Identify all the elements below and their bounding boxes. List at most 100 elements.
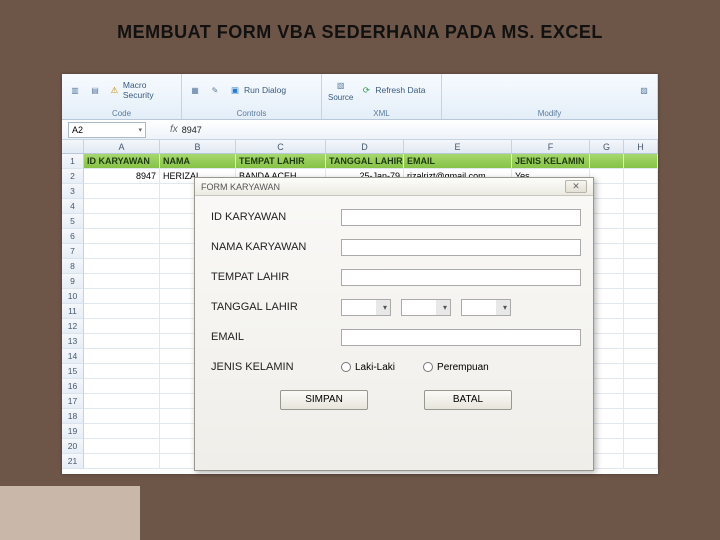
row-header[interactable]: 5 <box>62 214 84 229</box>
cell[interactable] <box>624 259 658 274</box>
cell[interactable] <box>624 244 658 259</box>
col-B[interactable]: B <box>160 140 236 153</box>
row-header[interactable]: 15 <box>62 364 84 379</box>
radio-male[interactable]: Laki-Laki <box>341 362 395 373</box>
select-month[interactable] <box>401 299 451 316</box>
macros-button[interactable]: ▤ <box>88 83 102 97</box>
dialog-titlebar[interactable]: FORM KARYAWAN ✕ <box>195 178 593 196</box>
cell[interactable] <box>590 364 624 379</box>
hdr-jk[interactable]: JENIS KELAMIN <box>512 154 590 169</box>
row-header[interactable]: 10 <box>62 289 84 304</box>
row-header[interactable]: 2 <box>62 169 84 184</box>
cell[interactable] <box>84 244 160 259</box>
cell[interactable] <box>590 439 624 454</box>
row-header[interactable]: 19 <box>62 424 84 439</box>
cell[interactable] <box>84 394 160 409</box>
row-header[interactable]: 9 <box>62 274 84 289</box>
cell[interactable] <box>624 364 658 379</box>
cell[interactable] <box>624 199 658 214</box>
select-day[interactable] <box>341 299 391 316</box>
cell[interactable] <box>84 199 160 214</box>
fx-icon[interactable]: fx <box>170 124 178 135</box>
cell[interactable] <box>624 214 658 229</box>
cell[interactable] <box>590 409 624 424</box>
row-header[interactable]: 7 <box>62 244 84 259</box>
formula-value[interactable]: 8947 <box>182 125 202 135</box>
cancel-button[interactable]: BATAL <box>424 390 512 410</box>
cell[interactable] <box>590 274 624 289</box>
row-header[interactable]: 13 <box>62 334 84 349</box>
hdr-id[interactable]: ID KARYAWAN <box>84 154 160 169</box>
cell[interactable] <box>590 184 624 199</box>
macro-security-button[interactable]: ⚠ Macro Security <box>108 80 175 100</box>
refresh-data-button[interactable]: ⟳ Refresh Data <box>359 83 425 97</box>
hdr-tanggal[interactable]: TANGGAL LAHIR <box>326 154 404 169</box>
visual-basic-button[interactable]: ▥ <box>68 83 82 97</box>
cell[interactable] <box>590 289 624 304</box>
radio-female[interactable]: Perempuan <box>423 362 489 373</box>
hdr-g[interactable] <box>590 154 624 169</box>
cell[interactable] <box>590 379 624 394</box>
cell[interactable] <box>84 184 160 199</box>
cell[interactable] <box>590 454 624 469</box>
cell[interactable] <box>84 274 160 289</box>
cell[interactable] <box>624 394 658 409</box>
design-mode-button[interactable]: ✎ <box>208 83 222 97</box>
cell[interactable] <box>624 184 658 199</box>
cell[interactable] <box>624 274 658 289</box>
cell[interactable] <box>84 214 160 229</box>
row-header[interactable]: 6 <box>62 229 84 244</box>
cell[interactable] <box>590 319 624 334</box>
cell[interactable] <box>590 304 624 319</box>
col-A[interactable]: A <box>84 140 160 153</box>
cell[interactable] <box>590 244 624 259</box>
cell[interactable] <box>624 454 658 469</box>
select-year[interactable] <box>461 299 511 316</box>
cell[interactable] <box>84 334 160 349</box>
name-box[interactable]: A2 ▾ <box>68 122 146 138</box>
col-C[interactable]: C <box>236 140 326 153</box>
cell[interactable] <box>84 349 160 364</box>
col-F[interactable]: F <box>512 140 590 153</box>
cell-g[interactable] <box>590 169 624 184</box>
row-header[interactable]: 18 <box>62 409 84 424</box>
cell-id[interactable]: 8947 <box>84 169 160 184</box>
cell[interactable] <box>624 319 658 334</box>
hdr-tempat[interactable]: TEMPAT LAHIR <box>236 154 326 169</box>
select-all-corner[interactable] <box>62 140 84 153</box>
cell[interactable] <box>84 439 160 454</box>
cell[interactable] <box>624 349 658 364</box>
row-header[interactable]: 17 <box>62 394 84 409</box>
cell[interactable] <box>590 229 624 244</box>
row-header[interactable]: 12 <box>62 319 84 334</box>
input-email[interactable] <box>341 329 581 346</box>
cell[interactable] <box>84 454 160 469</box>
hdr-h[interactable] <box>624 154 658 169</box>
cell[interactable] <box>590 334 624 349</box>
cell[interactable] <box>624 424 658 439</box>
input-id[interactable] <box>341 209 581 226</box>
cell[interactable] <box>590 349 624 364</box>
cell[interactable] <box>590 259 624 274</box>
cell[interactable] <box>624 304 658 319</box>
cell[interactable] <box>84 379 160 394</box>
row-header[interactable]: 14 <box>62 349 84 364</box>
cell[interactable] <box>590 199 624 214</box>
col-E[interactable]: E <box>404 140 512 153</box>
cell[interactable] <box>590 214 624 229</box>
row-header[interactable]: 16 <box>62 379 84 394</box>
cell[interactable] <box>84 229 160 244</box>
cell[interactable] <box>590 424 624 439</box>
cell[interactable] <box>624 409 658 424</box>
hdr-email[interactable]: EMAIL <box>404 154 512 169</box>
save-button[interactable]: SIMPAN <box>280 390 368 410</box>
col-H[interactable]: H <box>624 140 658 153</box>
cell[interactable] <box>624 289 658 304</box>
input-nama[interactable] <box>341 239 581 256</box>
cell[interactable] <box>84 259 160 274</box>
close-button[interactable]: ✕ <box>565 180 587 193</box>
cell[interactable] <box>84 364 160 379</box>
cell[interactable] <box>84 304 160 319</box>
input-tempat[interactable] <box>341 269 581 286</box>
cell[interactable] <box>624 439 658 454</box>
